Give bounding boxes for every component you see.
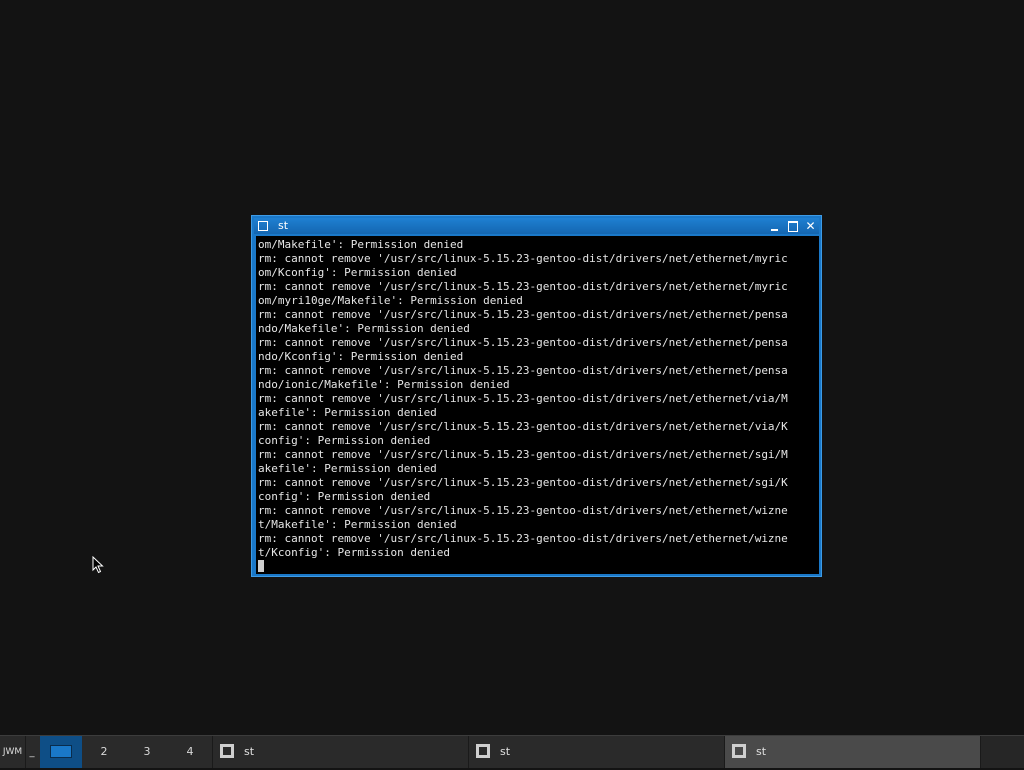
terminal-line: om/myri10ge/Makefile': Permission denied bbox=[258, 294, 523, 307]
terminal-cursor bbox=[258, 560, 264, 572]
window-icon[interactable] bbox=[258, 221, 268, 231]
close-button[interactable]: ✕ bbox=[803, 219, 818, 233]
mouse-pointer-icon bbox=[92, 556, 104, 574]
terminal-line: rm: cannot remove '/usr/src/linux-5.15.2… bbox=[258, 504, 788, 517]
terminal-line: config': Permission denied bbox=[258, 490, 431, 503]
terminal-line: rm: cannot remove '/usr/src/linux-5.15.2… bbox=[258, 420, 788, 433]
workspace-2-button[interactable]: 2 bbox=[83, 736, 125, 768]
menu-dash[interactable]: _ bbox=[26, 736, 38, 768]
terminal-output: om/Makefile': Permission denied rm: cann… bbox=[256, 236, 819, 574]
terminal-line: ndo/ionic/Makefile': Permission denied bbox=[258, 378, 510, 391]
terminal-line: rm: cannot remove '/usr/src/linux-5.15.2… bbox=[258, 336, 788, 349]
terminal-line: rm: cannot remove '/usr/src/linux-5.15.2… bbox=[258, 308, 788, 321]
minimize-icon bbox=[771, 229, 778, 231]
window-title: st bbox=[278, 219, 289, 232]
maximize-icon bbox=[788, 221, 798, 232]
terminal-area[interactable]: om/Makefile': Permission denied rm: cann… bbox=[256, 236, 819, 574]
taskbar-task-st[interactable]: st bbox=[468, 736, 724, 768]
jwm-menu-button[interactable]: JWM bbox=[0, 736, 26, 768]
window-icon bbox=[220, 744, 234, 758]
close-icon: ✕ bbox=[805, 219, 816, 233]
minimize-button[interactable] bbox=[767, 219, 782, 233]
workspace-4-button[interactable]: 4 bbox=[169, 736, 211, 768]
workspace-3-button[interactable]: 3 bbox=[126, 736, 168, 768]
terminal-line: ndo/Kconfig': Permission denied bbox=[258, 350, 464, 363]
terminal-line: akefile': Permission denied bbox=[258, 462, 437, 475]
window-icon bbox=[732, 744, 746, 758]
terminal-line: t/Kconfig': Permission denied bbox=[258, 546, 451, 559]
terminal-line: t/Makefile': Permission denied bbox=[258, 518, 457, 531]
maximize-button[interactable] bbox=[785, 219, 800, 233]
taskbar-task-st[interactable]: st bbox=[212, 736, 468, 768]
workspace-1-window-preview bbox=[50, 745, 72, 758]
terminal-line: rm: cannot remove '/usr/src/linux-5.15.2… bbox=[258, 252, 788, 265]
terminal-line: rm: cannot remove '/usr/src/linux-5.15.2… bbox=[258, 476, 788, 489]
taskbar-task-st-active[interactable]: st bbox=[724, 736, 980, 768]
task-label: st bbox=[500, 745, 511, 758]
terminal-line: rm: cannot remove '/usr/src/linux-5.15.2… bbox=[258, 448, 788, 461]
system-tray bbox=[980, 736, 1024, 768]
terminal-line: om/Makefile': Permission denied bbox=[258, 238, 464, 251]
terminal-line: rm: cannot remove '/usr/src/linux-5.15.2… bbox=[258, 364, 788, 377]
terminal-line: ndo/Makefile': Permission denied bbox=[258, 322, 470, 335]
task-label: st bbox=[756, 745, 767, 758]
terminal-line: rm: cannot remove '/usr/src/linux-5.15.2… bbox=[258, 532, 788, 545]
terminal-line: rm: cannot remove '/usr/src/linux-5.15.2… bbox=[258, 280, 788, 293]
terminal-line: akefile': Permission denied bbox=[258, 406, 437, 419]
window-titlebar[interactable]: st ✕ bbox=[254, 218, 819, 234]
terminal-line: rm: cannot remove '/usr/src/linux-5.15.2… bbox=[258, 392, 788, 405]
terminal-window[interactable]: st ✕ om/Makefile': Permission denied rm:… bbox=[251, 215, 822, 577]
workspace-1-button[interactable] bbox=[40, 736, 82, 768]
task-label: st bbox=[244, 745, 255, 758]
window-icon bbox=[476, 744, 490, 758]
terminal-line: om/Kconfig': Permission denied bbox=[258, 266, 457, 279]
terminal-line: config': Permission denied bbox=[258, 434, 431, 447]
taskbar: JWM _ 2 3 4 st st st bbox=[0, 735, 1024, 768]
